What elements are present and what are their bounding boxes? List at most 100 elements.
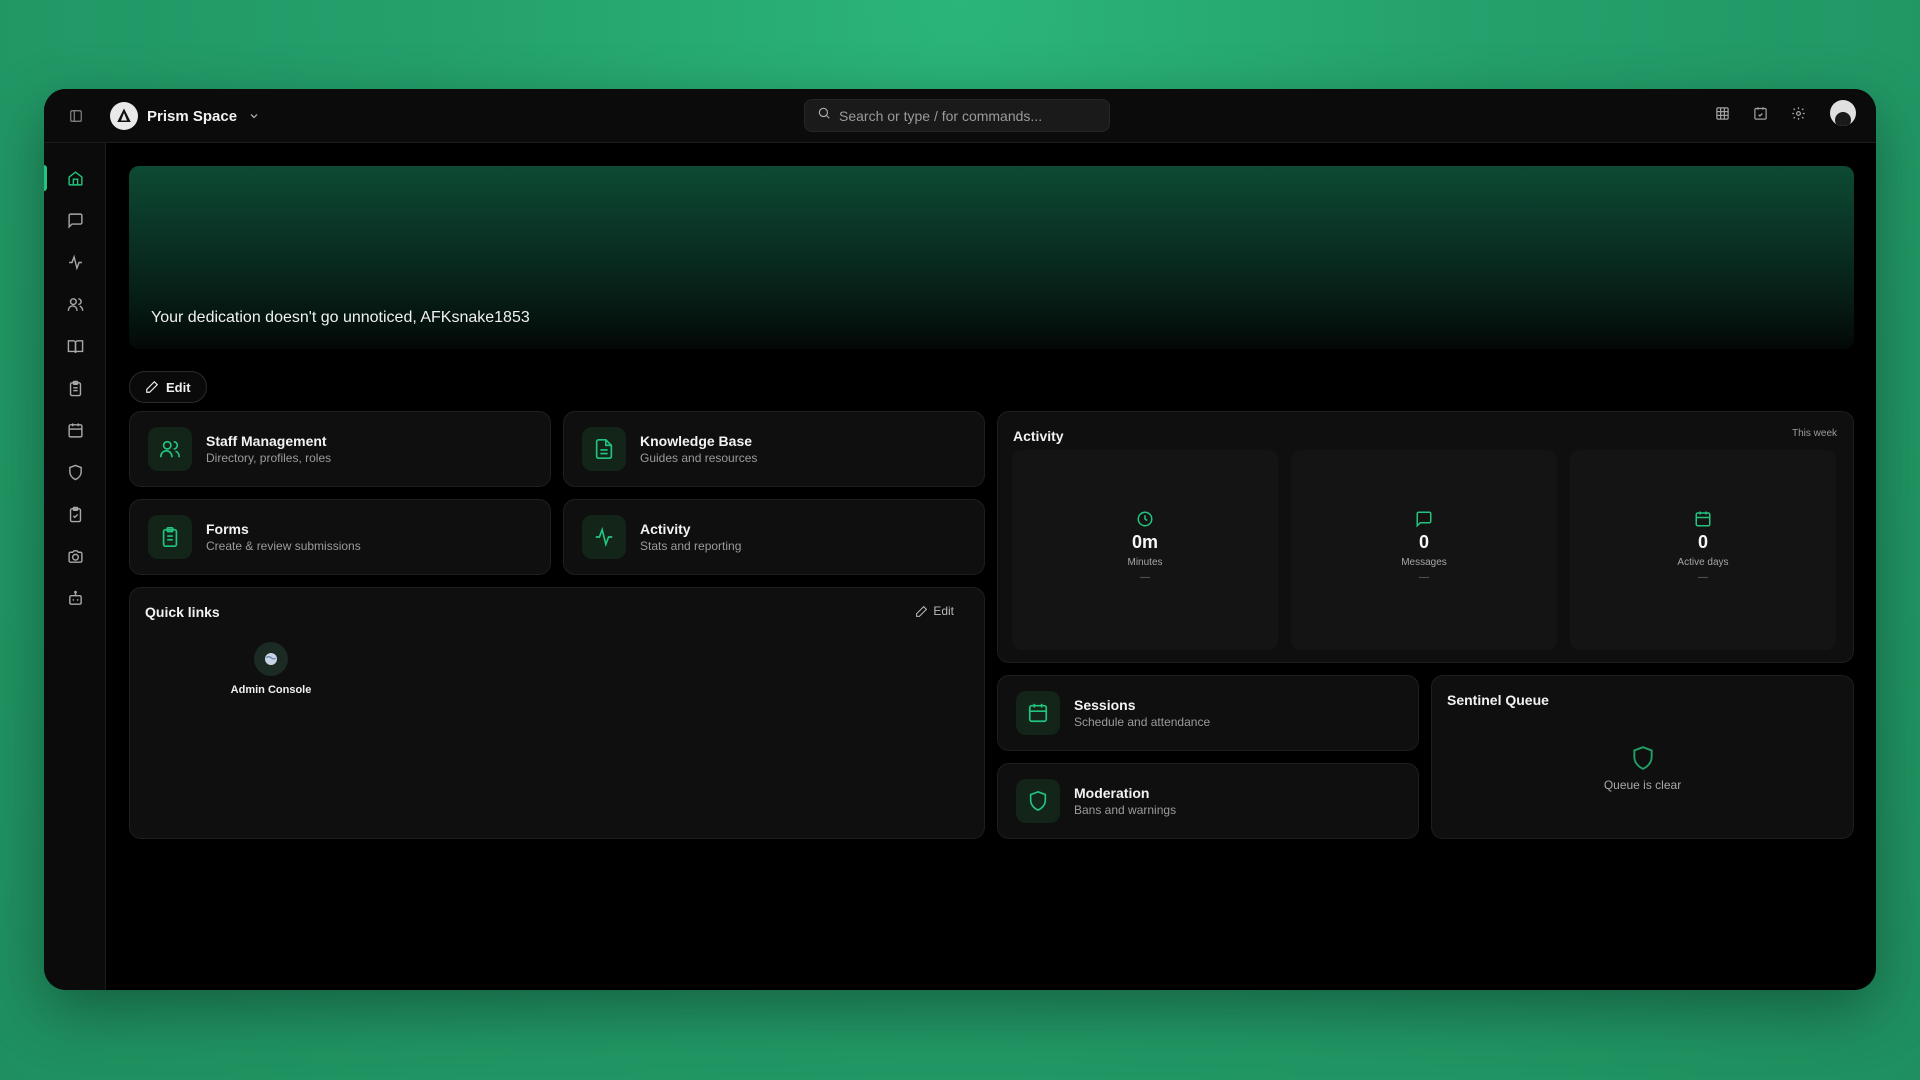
tile-knowledge-base[interactable]: Knowledge Base Guides and resources <box>563 411 985 487</box>
stat-value: 0m <box>1131 532 1158 552</box>
quick-link-label: Admin Console <box>230 684 312 696</box>
message-icon <box>67 212 83 229</box>
tile-subtitle: Schedule and attendance <box>1074 715 1211 729</box>
calendar-icon <box>1016 691 1060 735</box>
stat-value: 0 <box>1418 532 1429 552</box>
activity-title: Activity <box>1013 428 1064 444</box>
home-icon <box>67 170 83 186</box>
quick-links-title: Quick links <box>145 604 220 620</box>
sidebar-toggle-icon[interactable] <box>66 106 86 126</box>
shield-icon <box>1016 779 1060 823</box>
user-avatar[interactable] <box>1830 100 1856 126</box>
stat-label: Active days <box>1677 557 1729 568</box>
sidebar-item-tasks[interactable] <box>44 493 106 535</box>
sidebar-item-activity[interactable] <box>44 241 106 283</box>
sidebar-item-moderation[interactable] <box>44 451 106 493</box>
tile-subtitle: Stats and reporting <box>640 539 742 553</box>
quick-links-panel: Quick links Edit Admin Console <box>129 587 985 839</box>
quick-links-edit-label: Edit <box>933 604 954 618</box>
workspace-name: Prism Space <box>147 107 238 125</box>
search-bar[interactable] <box>804 99 1110 132</box>
stat-active-days: 0 Active days — <box>1570 450 1836 650</box>
tile-staff-management[interactable]: Staff Management Directory, profiles, ro… <box>129 411 551 487</box>
stat-sub: — <box>1698 572 1708 583</box>
stat-value: 0 <box>1697 532 1708 552</box>
tile-title: Moderation <box>1074 785 1150 801</box>
tile-forms[interactable]: Forms Create & review submissions <box>129 499 551 575</box>
calendar-icon <box>1695 511 1711 527</box>
tile-title: Forms <box>206 521 249 537</box>
hero-banner: Your dedication doesn't go unnoticed, AF… <box>129 166 1854 349</box>
tile-subtitle: Guides and resources <box>640 451 758 465</box>
sentinel-queue-empty: Queue is clear <box>1432 744 1853 792</box>
globe-icon <box>254 642 288 676</box>
app-window: Prism Space Search or type / for command… <box>44 89 1876 990</box>
calendar-check-icon[interactable] <box>1750 103 1770 123</box>
tile-sessions[interactable]: Sessions Schedule and attendance <box>997 675 1419 751</box>
sidebar-item-bots[interactable] <box>44 577 106 619</box>
workspace-switcher[interactable]: Prism Space <box>110 101 260 131</box>
tile-title: Sessions <box>1074 697 1136 713</box>
sidebar-item-knowledge[interactable] <box>44 325 106 367</box>
activity-icon <box>582 515 626 559</box>
sentinel-queue-panel: Sentinel Queue Queue is clear <box>1431 675 1854 839</box>
stat-sub: — <box>1419 572 1429 583</box>
document-icon <box>582 427 626 471</box>
stat-label: Messages <box>1401 557 1447 568</box>
activity-period: This week <box>1791 428 1837 439</box>
activity-icon <box>68 253 82 271</box>
tile-title: Knowledge Base <box>640 433 753 449</box>
tile-subtitle: Directory, profiles, roles <box>206 451 332 465</box>
pencil-icon <box>146 380 159 393</box>
stat-minutes: 0m Minutes — <box>1012 450 1278 650</box>
tile-subtitle: Create & review submissions <box>206 539 361 553</box>
sidebar-item-messages[interactable] <box>44 199 106 241</box>
sidebar-item-media[interactable] <box>44 535 106 577</box>
tile-activity[interactable]: Activity Stats and reporting <box>563 499 985 575</box>
search-input[interactable] <box>839 107 1089 124</box>
sidebar <box>44 89 106 990</box>
shield-icon <box>1632 746 1653 770</box>
search-icon <box>817 106 831 125</box>
grid-icon[interactable] <box>1712 103 1732 123</box>
workspace-logo-icon <box>110 102 138 130</box>
tile-moderation[interactable]: Moderation Bans and warnings <box>997 763 1419 839</box>
sentinel-queue-title: Sentinel Queue <box>1447 692 1549 708</box>
camera-icon <box>67 549 83 563</box>
main-content: Your dedication doesn't go unnoticed, AF… <box>106 143 1876 990</box>
activity-panel: Activity This week 0m Minutes — 0 Messag… <box>997 411 1854 663</box>
edit-label: Edit <box>166 379 191 395</box>
hero-message: Your dedication doesn't go unnoticed, AF… <box>151 309 530 326</box>
sidebar-item-calendar[interactable] <box>44 409 106 451</box>
clipboard-check-icon <box>69 506 81 522</box>
shield-icon <box>68 464 82 480</box>
message-icon <box>1416 511 1432 528</box>
tile-title: Activity <box>640 521 691 537</box>
edit-layout-button[interactable]: Edit <box>129 371 207 403</box>
users-icon <box>148 427 192 471</box>
book-icon <box>67 339 83 353</box>
top-bar: Prism Space <box>44 89 1876 143</box>
stat-messages: 0 Messages — <box>1291 450 1557 650</box>
sidebar-item-home[interactable] <box>44 157 106 199</box>
users-icon <box>67 297 83 311</box>
stat-label: Minutes <box>1127 557 1163 568</box>
sidebar-item-users[interactable] <box>44 283 106 325</box>
tile-subtitle: Bans and warnings <box>1074 803 1177 817</box>
bot-icon <box>68 590 82 605</box>
sentinel-queue-empty-text: Queue is clear <box>1603 778 1682 792</box>
clock-icon <box>1137 511 1153 527</box>
pencil-icon <box>916 605 928 617</box>
gear-icon[interactable] <box>1788 103 1808 123</box>
sidebar-nav <box>44 157 106 619</box>
clipboard-icon <box>69 380 81 396</box>
chevron-down-icon <box>248 110 260 122</box>
quick-links-edit-button[interactable]: Edit <box>915 604 954 618</box>
sidebar-item-forms[interactable] <box>44 367 106 409</box>
quick-link-admin-console[interactable]: Admin Console <box>231 642 311 696</box>
top-actions <box>1712 100 1856 126</box>
clipboard-icon <box>148 515 192 559</box>
stat-sub: — <box>1140 572 1150 583</box>
calendar-icon <box>67 422 83 438</box>
tile-title: Staff Management <box>206 433 327 449</box>
